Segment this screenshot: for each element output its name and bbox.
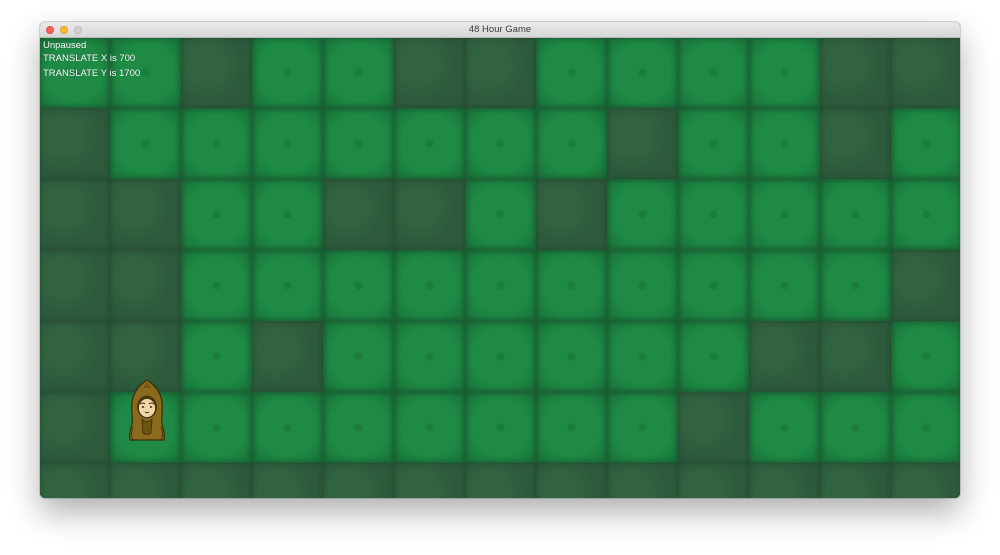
grass-tile <box>465 250 536 321</box>
dark-grass-tile <box>252 463 323 498</box>
grass-tile <box>252 250 323 321</box>
grass-tile <box>181 250 252 321</box>
grass-tile <box>749 392 820 463</box>
dark-grass-tile <box>607 463 678 498</box>
grass-tile <box>181 179 252 250</box>
grass-tile <box>252 108 323 179</box>
grass-tile <box>607 250 678 321</box>
grass-tile <box>181 321 252 392</box>
dark-grass-tile <box>678 463 749 498</box>
grass-tile <box>678 38 749 108</box>
game-canvas[interactable]: Unpaused TRANSLATE X is 700 TRANSLATE Y … <box>40 38 960 498</box>
dark-grass-tile <box>607 108 678 179</box>
grass-tile <box>678 108 749 179</box>
dark-grass-tile <box>394 463 465 498</box>
grass-tile <box>749 250 820 321</box>
pause-status: Unpaused <box>43 40 87 51</box>
grass-tile <box>323 38 394 108</box>
dark-grass-tile <box>465 38 536 108</box>
game-window: 48 Hour Game Unpaused TRANSLATE X is 700… <box>40 22 960 498</box>
dark-grass-tile <box>820 38 891 108</box>
grass-tile <box>820 250 891 321</box>
grass-tile <box>820 179 891 250</box>
grass-tile <box>465 179 536 250</box>
dark-grass-tile <box>110 179 181 250</box>
grass-tile <box>891 179 960 250</box>
tile-map <box>40 38 960 498</box>
grass-tile <box>678 179 749 250</box>
translate-x-readout: TRANSLATE X is 700 <box>43 53 136 64</box>
grass-tile <box>252 179 323 250</box>
grass-tile <box>252 392 323 463</box>
grass-tile <box>394 108 465 179</box>
dark-grass-tile <box>40 108 110 179</box>
dark-grass-tile <box>40 321 110 392</box>
dark-grass-tile <box>40 463 110 498</box>
dark-grass-tile <box>40 392 110 463</box>
dark-grass-tile <box>820 463 891 498</box>
dark-grass-tile <box>465 463 536 498</box>
grass-tile <box>749 179 820 250</box>
dark-grass-tile <box>40 250 110 321</box>
dark-grass-tile <box>181 38 252 108</box>
dark-grass-tile <box>323 463 394 498</box>
grass-tile <box>536 38 607 108</box>
dark-grass-tile <box>252 321 323 392</box>
grass-tile <box>536 108 607 179</box>
grass-tile <box>536 392 607 463</box>
grass-tile <box>607 179 678 250</box>
grass-tile <box>252 38 323 108</box>
grass-tile <box>536 250 607 321</box>
dark-grass-tile <box>181 463 252 498</box>
grass-tile <box>820 392 891 463</box>
grass-tile <box>323 108 394 179</box>
grass-tile <box>678 321 749 392</box>
grass-tile <box>323 321 394 392</box>
dark-grass-tile <box>820 108 891 179</box>
grass-tile <box>607 392 678 463</box>
dark-grass-tile <box>820 321 891 392</box>
dark-grass-tile <box>394 38 465 108</box>
dark-grass-tile <box>536 463 607 498</box>
grass-tile <box>749 108 820 179</box>
dark-grass-tile <box>891 250 960 321</box>
grass-tile <box>394 321 465 392</box>
grass-tile <box>891 321 960 392</box>
dark-grass-tile <box>678 392 749 463</box>
dark-grass-tile <box>891 463 960 498</box>
hooded-character-icon <box>128 379 166 441</box>
debug-hud: Unpaused TRANSLATE X is 700 TRANSLATE Y … <box>43 40 140 80</box>
grass-tile <box>607 38 678 108</box>
grass-tile <box>394 250 465 321</box>
grass-tile <box>110 108 181 179</box>
dark-grass-tile <box>110 250 181 321</box>
dark-grass-tile <box>110 463 181 498</box>
dark-grass-tile <box>323 179 394 250</box>
dark-grass-tile <box>536 179 607 250</box>
grass-tile <box>891 392 960 463</box>
grass-tile <box>465 321 536 392</box>
title-bar[interactable]: 48 Hour Game <box>40 22 960 38</box>
window-title: 48 Hour Game <box>468 24 532 35</box>
dark-grass-tile <box>394 179 465 250</box>
dark-grass-tile <box>749 321 820 392</box>
translate-y-readout: TRANSLATE Y is 1700 <box>43 68 141 79</box>
grass-tile <box>181 392 252 463</box>
grass-tile <box>181 108 252 179</box>
grass-tile <box>323 392 394 463</box>
grass-tile <box>749 38 820 108</box>
dark-grass-tile <box>891 38 960 108</box>
dark-grass-tile <box>40 179 110 250</box>
grass-tile <box>891 108 960 179</box>
grass-tile <box>607 321 678 392</box>
dark-grass-tile <box>749 463 820 498</box>
grass-tile <box>465 392 536 463</box>
grass-tile <box>323 250 394 321</box>
grass-tile <box>465 108 536 179</box>
grass-tile <box>678 250 749 321</box>
grass-tile <box>536 321 607 392</box>
grass-tile <box>394 392 465 463</box>
